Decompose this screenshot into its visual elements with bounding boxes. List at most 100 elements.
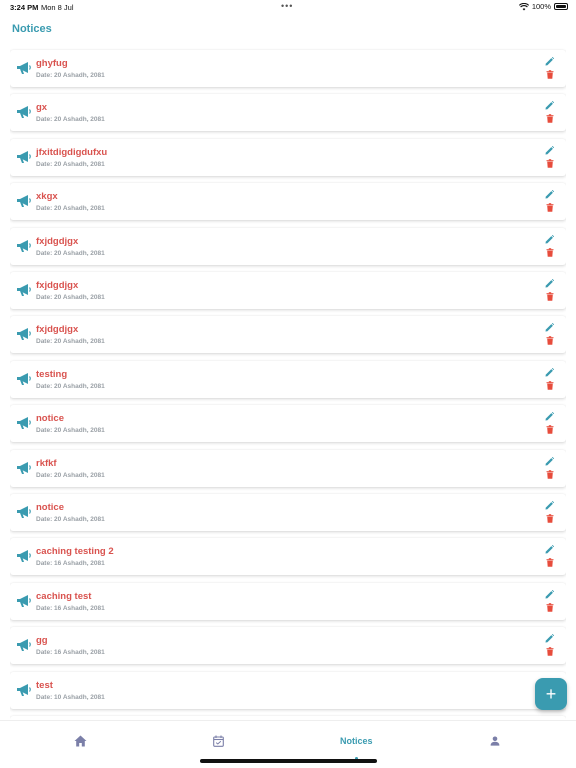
notice-card[interactable]: caching testing 2 Date: 16 Ashadh, 2081 xyxy=(10,538,566,576)
notice-date: Date: 16 Ashadh, 2081 xyxy=(36,560,105,568)
notice-date: Date: 16 Ashadh, 2081 xyxy=(36,649,105,657)
megaphone-icon xyxy=(17,461,31,474)
add-notice-button[interactable]: + xyxy=(535,678,567,710)
status-time: 3:24 PM xyxy=(10,3,39,12)
notice-date: Date: 20 Ashadh, 2081 xyxy=(36,205,105,213)
notice-card[interactable]: testing Date: 20 Ashadh, 2081 xyxy=(10,360,566,398)
notice-card[interactable]: caching test Date: 16 Ashadh, 2081 xyxy=(10,582,566,620)
trash-icon[interactable] xyxy=(546,247,554,257)
notice-date: Date: 16 Ashadh, 2081 xyxy=(36,604,105,612)
notice-card[interactable]: gx Date: 20 Ashadh, 2081 xyxy=(10,94,566,132)
megaphone-icon xyxy=(17,506,31,518)
home-icon xyxy=(74,735,87,747)
tab-notices[interactable]: Notices xyxy=(340,731,373,760)
battery-percent: 100% xyxy=(531,2,551,11)
notice-title: rkfkf xyxy=(36,457,57,469)
trash-icon[interactable] xyxy=(546,469,554,479)
notice-date: Date: 20 Ashadh, 2081 xyxy=(36,116,105,124)
trash-icon[interactable] xyxy=(546,292,554,301)
wifi-icon xyxy=(518,2,529,10)
megaphone-icon xyxy=(17,62,31,74)
notice-title: gx xyxy=(36,102,48,114)
trash-icon[interactable] xyxy=(546,425,554,434)
notice-card[interactable]: rkfkf Date: 20 Ashadh, 2081 xyxy=(10,449,566,487)
notice-date: Date: 20 Ashadh, 2081 xyxy=(36,427,105,435)
pencil-icon[interactable] xyxy=(545,234,554,244)
pencil-icon[interactable] xyxy=(545,323,554,332)
tab-profile[interactable] xyxy=(490,731,500,751)
megaphone-icon xyxy=(17,239,31,252)
notice-card[interactable]: fxjdgdjgx Date: 20 Ashadh, 2081 xyxy=(10,272,566,309)
notice-date: Date: 20 Ashadh, 2081 xyxy=(36,249,105,257)
calendar-check-icon xyxy=(213,735,224,747)
pencil-icon[interactable] xyxy=(545,634,554,643)
notice-date: Date: 20 Ashadh, 2081 xyxy=(36,294,105,301)
tab-calendar[interactable] xyxy=(213,731,224,751)
trash-icon[interactable] xyxy=(546,514,554,523)
notice-title: fxjdgdjgx xyxy=(36,324,79,336)
trash-icon[interactable] xyxy=(546,647,554,656)
battery-icon xyxy=(554,3,568,10)
pencil-icon[interactable] xyxy=(545,501,554,510)
multitasking-dots-icon[interactable]: ••• xyxy=(281,1,293,11)
status-date: Mon 8 Jul xyxy=(41,3,74,12)
notice-title: notice xyxy=(36,502,64,513)
notice-card[interactable]: fxjdgdjgx Date: 20 Ashadh, 2081 xyxy=(10,316,566,354)
pencil-icon[interactable] xyxy=(545,545,554,554)
pencil-icon[interactable] xyxy=(545,456,554,466)
notice-date: Date: 10 Ashadh, 2081 xyxy=(36,693,105,701)
notice-card[interactable]: ghyfug Date: 20 Ashadh, 2081 xyxy=(10,50,566,87)
notice-date: Date: 20 Ashadh, 2081 xyxy=(36,516,105,523)
notice-card[interactable]: notice Date: 20 Ashadh, 2081 xyxy=(10,405,566,443)
trash-icon[interactable] xyxy=(546,70,554,79)
trash-icon[interactable] xyxy=(546,114,554,124)
person-icon xyxy=(490,736,500,746)
notice-card[interactable]: jfxitdigdigdufxu Date: 20 Ashadh, 2081 xyxy=(10,138,566,176)
notice-list[interactable]: ghyfug Date: 20 Ashadh, 2081 gx Date: 20 As… xyxy=(10,48,566,720)
trash-icon[interactable] xyxy=(546,380,554,390)
notice-title: caching test xyxy=(36,590,92,602)
tab-home[interactable] xyxy=(74,731,87,751)
trash-icon[interactable] xyxy=(546,602,554,612)
pencil-icon[interactable] xyxy=(545,145,554,155)
megaphone-icon xyxy=(17,195,31,208)
pencil-icon[interactable] xyxy=(545,190,554,199)
notice-title: gg xyxy=(36,635,48,647)
pencil-icon[interactable] xyxy=(545,367,554,377)
tab-notices-label: Notices xyxy=(340,736,373,746)
pencil-icon[interactable] xyxy=(545,279,554,288)
megaphone-icon xyxy=(17,106,31,119)
megaphone-icon xyxy=(17,683,31,696)
status-bar: 3:24 PM Mon 8 Jul ••• 100% xyxy=(0,0,576,14)
pencil-icon[interactable] xyxy=(545,589,554,599)
page-title: Notices xyxy=(12,23,52,35)
notice-card[interactable]: fxjdgdjgx Date: 20 Ashadh, 2081 xyxy=(10,227,566,265)
notice-date: Date: 20 Ashadh, 2081 xyxy=(36,382,105,390)
notice-card[interactable]: test Date: 10 Ashadh, 2081 xyxy=(10,671,566,709)
pencil-icon[interactable] xyxy=(545,101,554,110)
megaphone-icon xyxy=(17,594,31,607)
notice-date: Date: 20 Ashadh, 2081 xyxy=(36,72,105,79)
megaphone-icon xyxy=(17,372,31,385)
trash-icon[interactable] xyxy=(546,336,554,346)
megaphone-icon xyxy=(17,550,31,563)
trash-icon[interactable] xyxy=(546,158,554,168)
trash-icon[interactable] xyxy=(546,203,554,212)
notice-card[interactable]: notice Date: 20 Ashadh, 2081 xyxy=(10,494,566,531)
notice-date: Date: 20 Ashadh, 2081 xyxy=(36,160,105,168)
megaphone-icon xyxy=(17,150,31,163)
megaphone-icon xyxy=(17,639,31,652)
notice-date: Date: 20 Ashadh, 2081 xyxy=(36,338,105,346)
pencil-icon[interactable] xyxy=(545,57,554,66)
notice-title: xkgx xyxy=(36,191,58,203)
notice-title: ghyfug xyxy=(36,58,68,69)
notice-title: test xyxy=(36,679,53,691)
notice-card[interactable]: xkgx Date: 20 Ashadh, 2081 xyxy=(10,183,566,221)
notice-date: Date: 20 Ashadh, 2081 xyxy=(36,471,105,479)
notice-title: fxjdgdjgx xyxy=(36,280,79,291)
trash-icon[interactable] xyxy=(546,558,554,568)
notice-card[interactable]: gg Date: 16 Ashadh, 2081 xyxy=(10,627,566,665)
notice-title: notice xyxy=(36,413,64,425)
pencil-icon[interactable] xyxy=(545,412,554,421)
megaphone-icon xyxy=(17,284,31,296)
